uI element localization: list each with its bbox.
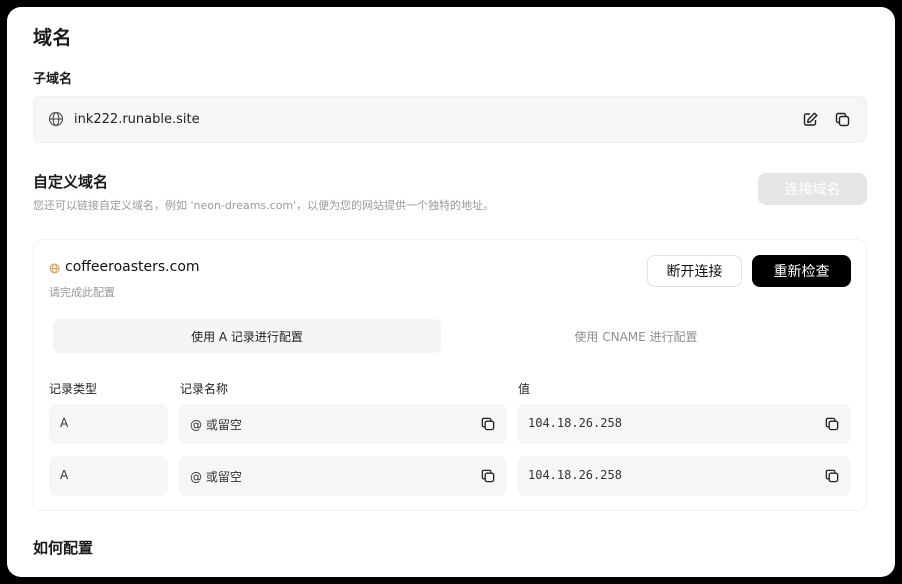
record-name-cell: @ 或留空: [179, 404, 507, 444]
subdomain-field: ink222.runable.site: [33, 96, 867, 143]
recheck-button[interactable]: 重新检查: [752, 255, 851, 287]
globe-icon: [48, 111, 64, 127]
column-header-record-type: 记录类型: [49, 382, 98, 396]
copy-icon[interactable]: [480, 468, 496, 484]
domain-entry-panel: coffeeroasters.com 请完成此配置 断开连接 重新检查 使用 A…: [33, 239, 867, 511]
record-type: A: [60, 416, 69, 430]
disconnect-button[interactable]: 断开连接: [647, 255, 742, 287]
status-globe-icon: [49, 263, 60, 274]
record-name: @ 或留空: [190, 418, 242, 432]
copy-icon[interactable]: [834, 111, 851, 128]
connect-domain-button[interactable]: 连接域名: [758, 173, 867, 205]
copy-icon[interactable]: [480, 416, 496, 432]
subdomain-value: ink222.runable.site: [74, 112, 200, 127]
record-value-cell: 104.18.26.258: [517, 456, 851, 496]
record-value: 104.18.26.258: [528, 416, 622, 430]
copy-icon[interactable]: [824, 416, 840, 432]
column-header-record-name: 记录名称: [180, 382, 229, 396]
custom-domain-name: coffeeroasters.com: [65, 259, 200, 275]
domain-settings-card: 域名 子域名 ink222.runable.site 自定义域名 您还可以链接自…: [7, 7, 895, 577]
tab-cname[interactable]: 使用 CNAME 进行配置: [441, 319, 831, 353]
tab-a-record[interactable]: 使用 A 记录进行配置: [53, 319, 441, 353]
configuration-hint: 请完成此配置: [49, 286, 115, 299]
how-to-configure-title: 如何配置: [33, 539, 94, 557]
record-value: 104.18.26.258: [528, 468, 622, 482]
record-type: A: [60, 468, 69, 482]
subdomain-label: 子域名: [33, 72, 73, 87]
record-value-cell: 104.18.26.258: [517, 404, 851, 444]
edit-icon[interactable]: [802, 111, 819, 128]
page-title: 域名: [33, 27, 73, 49]
custom-domain-title: 自定义域名: [33, 173, 109, 191]
custom-domain-description: 您还可以链接自定义域名，例如 'neon-dreams.com'，以便为您的网站…: [33, 199, 495, 212]
record-type-cell: A: [49, 456, 168, 496]
copy-icon[interactable]: [824, 468, 840, 484]
record-name-cell: @ 或留空: [179, 456, 507, 496]
column-header-value: 值: [518, 382, 531, 396]
record-type-cell: A: [49, 404, 168, 444]
record-name: @ 或留空: [190, 470, 242, 484]
